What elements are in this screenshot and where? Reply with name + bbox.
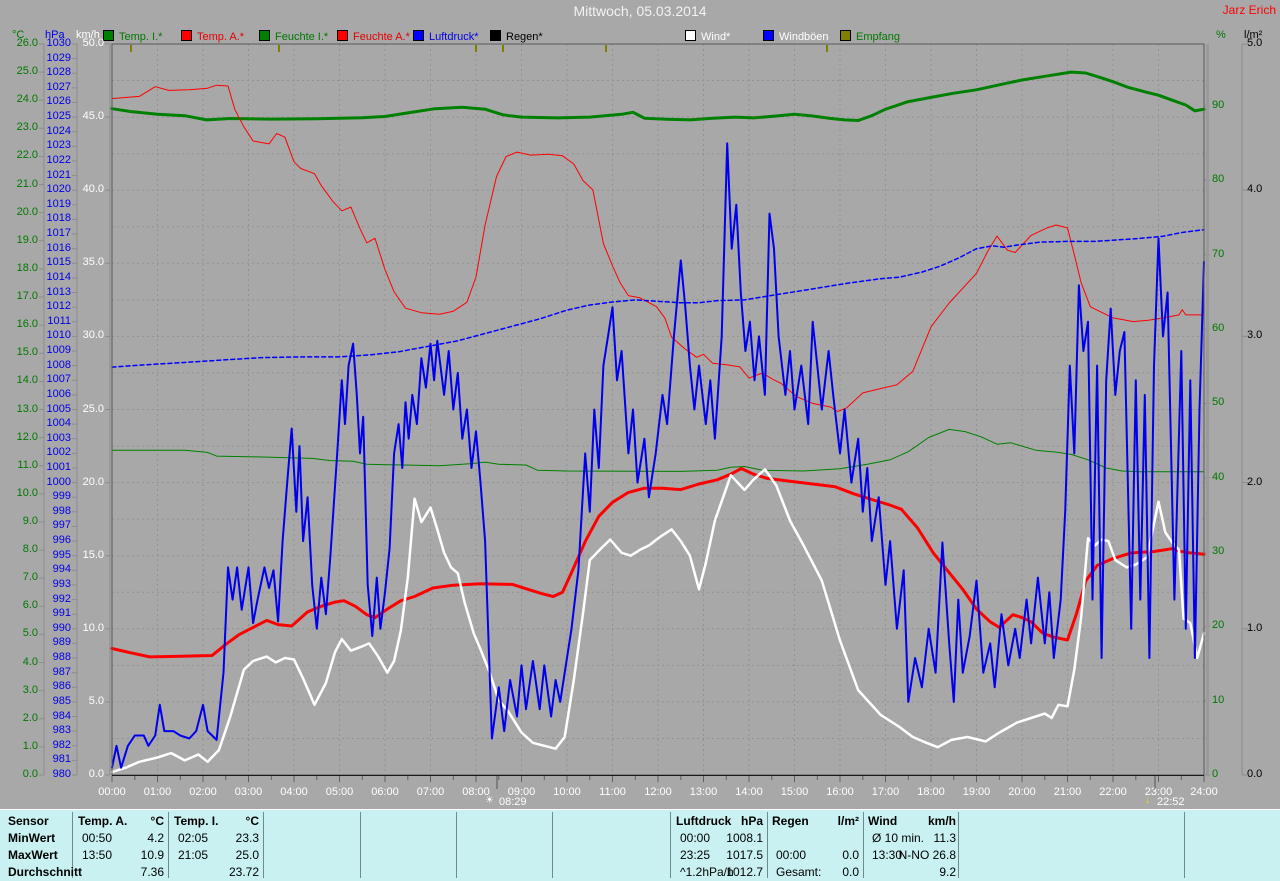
table-cell-value: 4.2: [147, 831, 164, 845]
table-cell-value: 10.9: [140, 848, 164, 862]
table-cell-value: 25.0: [235, 848, 259, 862]
table-column-separator: [863, 812, 864, 878]
sunset-icon: ↓: [1145, 795, 1150, 806]
table-cell-value: 23.3: [235, 831, 259, 845]
table-cell-value: 11.3: [933, 831, 956, 845]
table-column-separator: [263, 812, 264, 878]
table-header-unit: °C: [150, 814, 164, 828]
empfang-dropout-tick: [826, 45, 828, 52]
table-column-separator: [552, 812, 553, 878]
table-column-separator: [670, 812, 671, 878]
table-cell-value: 1017.5: [726, 848, 763, 862]
table-column-separator: [360, 812, 361, 878]
table-column-separator: [767, 812, 768, 878]
table-column-separator: [168, 812, 169, 878]
sunrise-time-label: 08:29: [499, 796, 527, 808]
table-column-separator: [1184, 812, 1185, 878]
table-column-separator: [958, 812, 959, 878]
sunset-time-label: 22:52: [1157, 796, 1185, 808]
table-cell-value: 7.36: [140, 865, 164, 879]
empfang-dropout-tick: [475, 45, 477, 52]
table-row-label: MinWert: [8, 831, 56, 845]
empfang-dropout-tick: [502, 45, 504, 52]
empfang-dropout-tick: [130, 45, 132, 52]
table-cell-value: N-NO 26.8: [898, 848, 956, 862]
table-header-unit: °C: [245, 814, 259, 828]
weather-app-window: Mittwoch, 05.03.2014 Jarz Erich Temp. I.…: [0, 0, 1280, 881]
table-row-label: MaxWert: [8, 848, 58, 862]
table-row-label: Durchschnitt: [8, 865, 83, 879]
sunrise-icon: ☀: [485, 795, 494, 806]
empfang-dropout-tick: [605, 45, 607, 52]
table-header-unit: hPa: [740, 814, 763, 828]
empfang-dropout-tick: [278, 45, 280, 52]
table-column-separator: [456, 812, 457, 878]
table-cell-value: 0.0: [842, 865, 859, 879]
table-cell-value: 9.2: [939, 865, 956, 879]
table-header-unit: km/h: [927, 814, 956, 828]
table-cell-value: 1012.7: [726, 865, 763, 879]
table-row-label: Sensor: [8, 814, 49, 828]
statistics-table: Sensor MinWert MaxWert Durchschnitt Temp. A.…: [0, 809, 1280, 881]
table-header-unit: l/m²: [837, 814, 859, 828]
table-cell-value: 0.0: [842, 848, 859, 862]
table-cell-value: 23.72: [228, 865, 259, 879]
table-cell-value: 1008.1: [726, 831, 763, 845]
